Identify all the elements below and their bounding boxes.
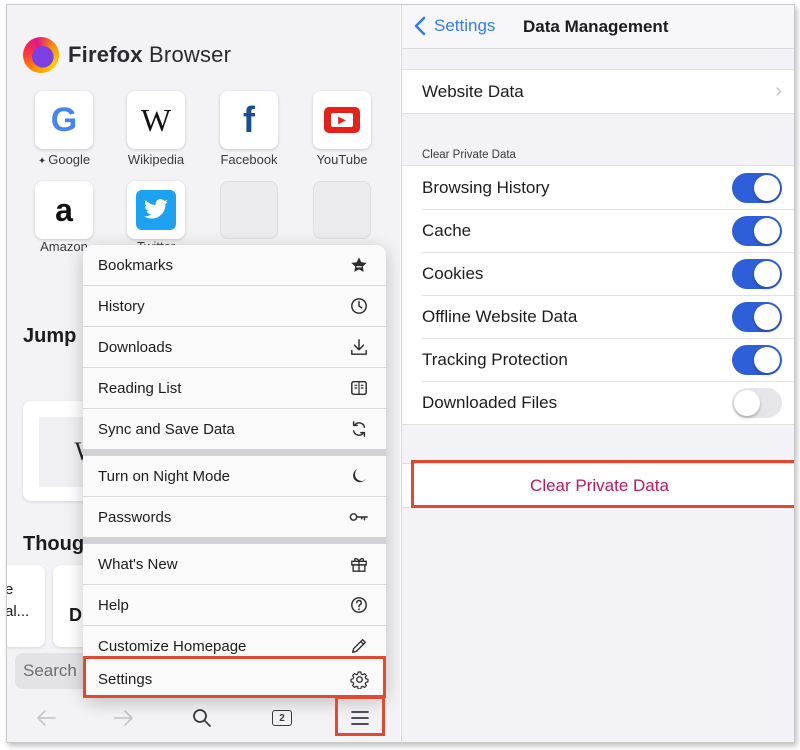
top-site-amazon[interactable]: a (35, 181, 93, 239)
jump-back-in-heading: Jump (23, 325, 77, 347)
browsing-history-toggle[interactable] (732, 172, 782, 203)
screenshot-frame: Firefox Browser G ✦ Google W Wikipedia f … (6, 4, 795, 743)
toggle-row-downloaded-files: Downloaded Files (402, 381, 794, 424)
tabs-button[interactable]: 2 (269, 705, 295, 731)
menu-item-downloads[interactable]: Downloads (83, 327, 386, 367)
menu-item-reading-list[interactable]: Reading List (83, 368, 386, 408)
forward-arrow-icon[interactable] (111, 705, 137, 731)
top-site-google[interactable]: G (35, 91, 93, 149)
tracking-protection-toggle[interactable] (732, 344, 782, 375)
firefox-home-pane: Firefox Browser G ✦ Google W Wikipedia f … (7, 5, 400, 742)
menu-item-sync[interactable]: Sync and Save Data (83, 409, 386, 449)
top-site-label: YouTube (316, 152, 368, 167)
youtube-icon: ▶ (324, 107, 360, 133)
navigation-bar: Settings Data Management (402, 5, 794, 49)
top-site-youtube[interactable]: ▶ (313, 91, 371, 149)
story-card-text: al... (7, 603, 30, 620)
brand-suffix: Browser (142, 42, 232, 67)
search-icon[interactable] (189, 705, 215, 731)
menu-item-help[interactable]: Help (83, 585, 386, 625)
firefox-brand: Firefox Browser (23, 37, 231, 73)
downloaded-files-toggle[interactable] (732, 387, 782, 418)
thought-provoking-heading: Thoug (23, 533, 85, 555)
story-card[interactable]: e al... (7, 565, 45, 647)
page-title: Data Management (523, 17, 669, 36)
brand-name: Firefox (68, 42, 143, 67)
help-icon (348, 594, 370, 616)
top-site-label: Facebook (220, 152, 278, 167)
website-data-group: Website Data › (402, 69, 794, 114)
story-card-text: e (7, 581, 13, 598)
chevron-right-icon: › (775, 80, 782, 102)
website-data-row[interactable]: Website Data › (402, 70, 794, 113)
menu-item-settings[interactable]: Settings (83, 661, 386, 698)
back-to-settings-button[interactable]: Settings (414, 16, 495, 36)
toggle-row-cache: Cache (402, 209, 794, 252)
gear-icon (348, 669, 370, 691)
google-icon: G (50, 100, 78, 139)
clock-icon (348, 295, 370, 317)
top-site-label: Wikipedia (127, 152, 185, 167)
top-site-wikipedia[interactable]: W (127, 91, 185, 149)
back-arrow-icon[interactable] (33, 705, 59, 731)
amazon-icon: a (55, 191, 73, 228)
cache-toggle[interactable] (732, 215, 782, 246)
top-site-twitter[interactable] (127, 181, 185, 239)
menu-item-whats-new[interactable]: What's New (83, 544, 386, 584)
clear-private-data-group: Browsing History Cache Cookies Offline W… (402, 165, 794, 425)
pin-icon: ✦ (37, 156, 47, 167)
toggle-row-cookies: Cookies (402, 252, 794, 295)
gift-icon (348, 553, 370, 575)
firefox-logo-icon (23, 37, 59, 73)
facebook-icon: f (243, 99, 255, 140)
menu-item-bookmarks[interactable]: Bookmarks (83, 245, 386, 285)
top-site-empty-slot (313, 181, 371, 239)
sync-icon (348, 418, 370, 440)
app-menu: Bookmarks History Downloads Reading List… (83, 245, 386, 698)
toggle-row-tracking-protection: Tracking Protection (402, 338, 794, 381)
toggle-row-browsing-history: Browsing History (402, 166, 794, 209)
menu-item-passwords[interactable]: Passwords (83, 497, 386, 537)
hamburger-menu-icon[interactable] (347, 705, 373, 731)
menu-item-night-mode[interactable]: Turn on Night Mode (83, 456, 386, 496)
top-site-label: ✦ Google (37, 152, 91, 167)
star-icon (348, 254, 370, 276)
menu-item-customize-homepage[interactable]: Customize Homepage (83, 626, 386, 666)
clear-private-data-button[interactable]: Clear Private Data (402, 463, 794, 508)
toggle-row-offline-website-data: Offline Website Data (402, 295, 794, 338)
top-site-empty-slot (220, 181, 278, 239)
wikipedia-icon: W (140, 101, 172, 138)
story-card-title: D (69, 605, 82, 625)
reading-list-icon (348, 377, 370, 399)
twitter-icon (136, 190, 176, 230)
download-icon (348, 336, 370, 358)
cookies-toggle[interactable] (732, 258, 782, 289)
top-site-facebook[interactable]: f (220, 91, 278, 149)
chevron-left-icon (414, 16, 426, 36)
tab-count: 2 (272, 710, 292, 726)
menu-item-history[interactable]: History (83, 286, 386, 326)
clear-private-data-section-label: Clear Private Data (422, 149, 516, 161)
key-icon (348, 506, 370, 528)
pencil-icon (348, 635, 370, 657)
moon-icon (348, 465, 370, 487)
data-management-pane: Settings Data Management Website Data › … (401, 5, 794, 742)
offline-website-data-toggle[interactable] (732, 301, 782, 332)
bottom-toolbar: 2 (7, 695, 400, 742)
